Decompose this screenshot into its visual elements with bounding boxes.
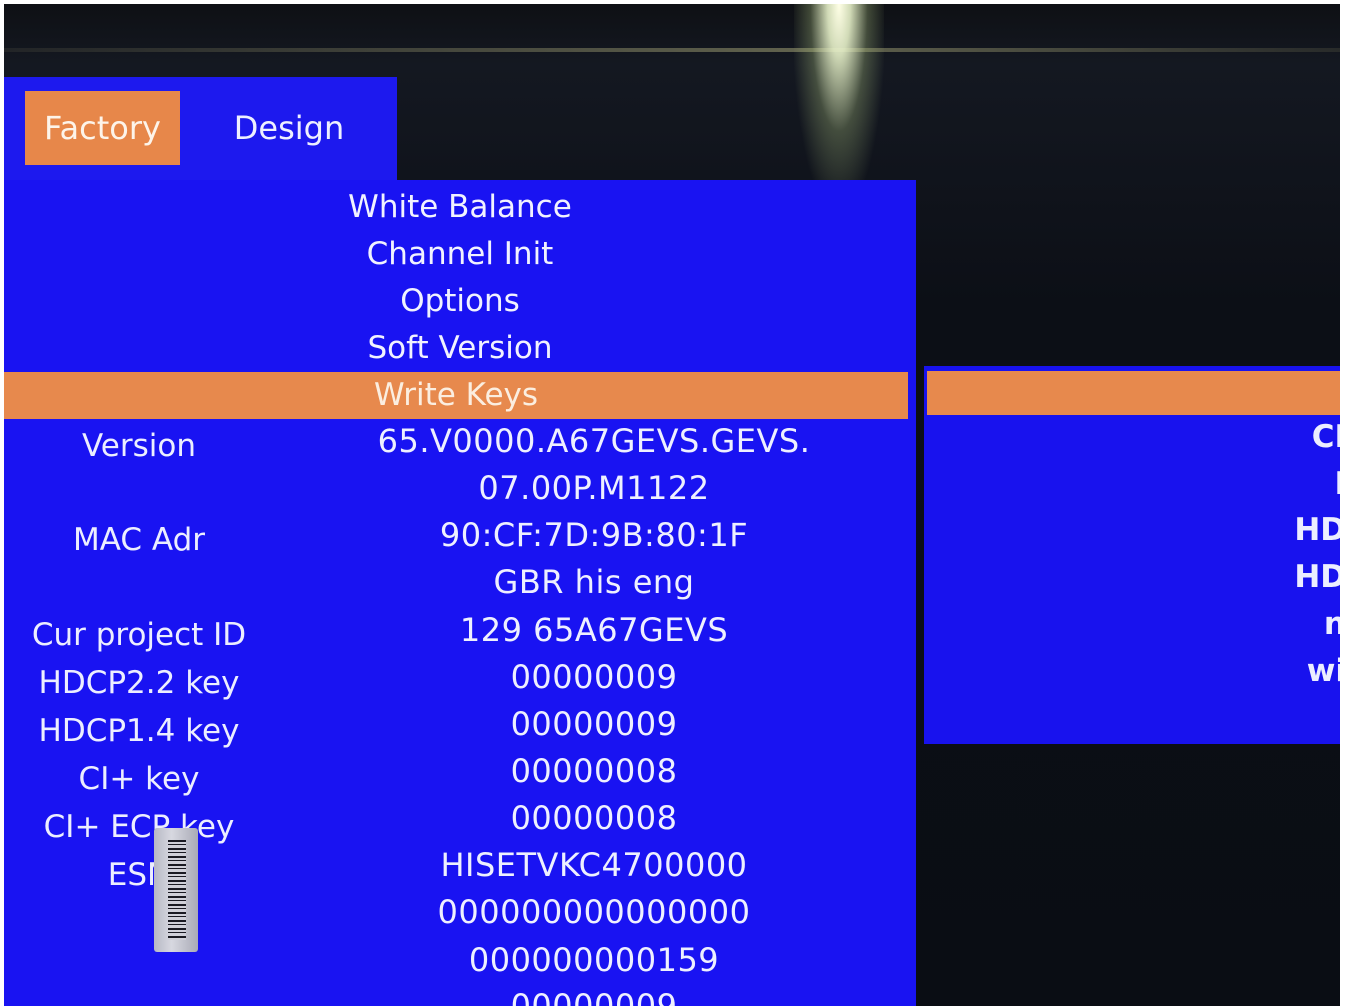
hdcp22-label: HDCP2.2 key — [38, 665, 240, 701]
ci-ecp-key-label: CI+ ECP key — [43, 809, 235, 845]
menu-item-white-balance[interactable]: White Balance — [4, 184, 916, 231]
version-value-line1: 65.V0000.A67GEVS.GEVS. — [377, 422, 811, 460]
side-label-1: CI — [1311, 419, 1340, 455]
factory-menu-panel: White Balance Channel Init Options Soft … — [4, 180, 916, 1006]
ci-key-label: CI+ key — [78, 761, 200, 797]
light-glare — [794, 4, 884, 204]
side-label-3: HD — [1294, 512, 1340, 548]
version-label: Version — [82, 428, 196, 464]
side-selection-bar — [927, 371, 1340, 415]
hdcp22-value: 00000009 — [510, 658, 678, 696]
mac-value: 90:CF:7D:9B:80:1F — [439, 516, 749, 554]
menu-item-soft-version[interactable]: Soft Version — [4, 325, 916, 372]
esn-value-line1: HISETVKC4700000 — [440, 846, 748, 884]
menu-item-options[interactable]: Options — [4, 278, 916, 325]
tab-factory[interactable]: Factory — [25, 91, 180, 165]
barcode-icon — [168, 840, 186, 940]
tv-screen: Factory Design White Balance Channel Ini… — [4, 4, 1340, 1006]
locale-value: GBR his eng — [493, 563, 695, 601]
tab-design[interactable]: Design — [214, 91, 364, 165]
hdcp14-value: 00000009 — [510, 705, 678, 743]
side-label-2: I — [1334, 461, 1340, 508]
menu-item-channel-init[interactable]: Channel Init — [4, 231, 916, 278]
side-label-6: wi — [1306, 653, 1340, 689]
last-value: 00000009 — [510, 987, 678, 1006]
esn-value-line2: 000000000000000 — [437, 893, 751, 931]
menu-item-write-keys[interactable]: Write Keys — [4, 372, 908, 419]
tab-bar: Factory Design — [4, 77, 397, 183]
project-id-label: Cur project ID — [31, 617, 247, 653]
version-value-line2: 07.00P.M1122 — [478, 469, 710, 507]
side-panel: CI I HD HD n wi — [924, 366, 1340, 744]
light-reflection — [4, 48, 1340, 52]
esn-label: ESN — [107, 857, 171, 893]
ci-ecp-key-value: 00000008 — [510, 799, 678, 837]
side-label-4: HD — [1294, 559, 1340, 595]
ci-key-value: 00000008 — [510, 752, 678, 790]
mac-label: MAC Adr — [73, 522, 205, 558]
barcode-sticker — [154, 828, 198, 952]
esn-value-line3: 000000000159 — [468, 941, 720, 979]
side-label-5: n — [1323, 606, 1340, 642]
project-id-value: 129 65A67GEVS — [459, 611, 729, 649]
hdcp14-label: HDCP1.4 key — [38, 713, 240, 749]
